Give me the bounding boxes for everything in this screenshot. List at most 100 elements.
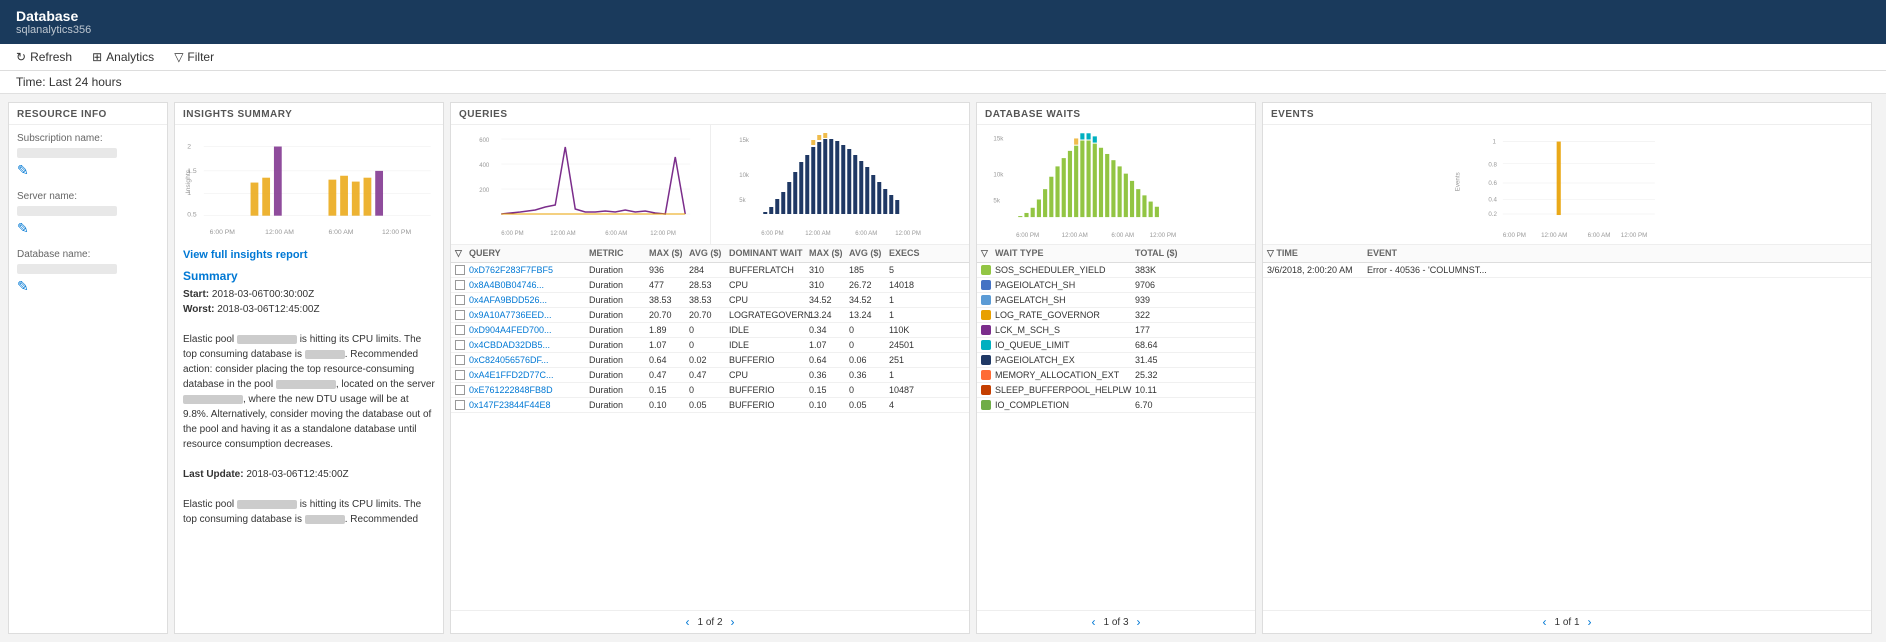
- query-checkbox[interactable]: [455, 265, 465, 275]
- query-wait-avg: 0.06: [849, 355, 889, 365]
- query-row[interactable]: 0x147F23844F44E8 Duration 0.10 0.05 BUFF…: [451, 398, 969, 413]
- svg-text:600: 600: [479, 138, 490, 144]
- query-wait-max: 13.24: [809, 310, 849, 320]
- query-row[interactable]: 0x4AFA9BDD526... Duration 38.53 38.53 CP…: [451, 293, 969, 308]
- resource-info-panel: RESOURCE INFO Subscription name: ✎ Serve…: [8, 102, 168, 634]
- events-panel: EVENTS Events 1 0.8 0.6 0.4 0.2 6:00 PM …: [1262, 102, 1872, 634]
- time-bar: Time: Last 24 hours: [0, 71, 1886, 94]
- database-field: Database name: ✎: [9, 241, 167, 299]
- query-metric: Duration: [589, 310, 649, 320]
- svg-text:6:00 PM: 6:00 PM: [761, 231, 783, 237]
- server-edit-icon[interactable]: ✎: [17, 220, 29, 236]
- query-waits-chart: Query Waits (s) 15k 10k 5k: [711, 125, 970, 244]
- waits-next-btn[interactable]: ›: [1137, 615, 1141, 629]
- wait-row[interactable]: SOS_SCHEDULER_YIELD 383K: [977, 263, 1255, 278]
- wait-row[interactable]: PAGEIOLATCH_EX 31.45: [977, 353, 1255, 368]
- query-row[interactable]: 0xC824056576DF... Duration 0.64 0.02 BUF…: [451, 353, 969, 368]
- query-checkbox[interactable]: [455, 340, 465, 350]
- query-id: 0xD762F283F7FBF5: [469, 265, 589, 275]
- wait-row[interactable]: PAGELATCH_SH 939: [977, 293, 1255, 308]
- query-col-header: QUERY: [469, 248, 589, 259]
- query-wait-avg: 0: [849, 385, 889, 395]
- event-row[interactable]: 3/6/2018, 2:00:20 AM Error - 40536 - 'CO…: [1263, 263, 1871, 278]
- wait-row[interactable]: IO_QUEUE_LIMIT 68.64: [977, 338, 1255, 353]
- query-checkbox[interactable]: [455, 280, 465, 290]
- svg-text:6:00 AM: 6:00 AM: [855, 231, 877, 237]
- waits-prev-btn[interactable]: ‹: [1091, 615, 1095, 629]
- query-row[interactable]: 0xD904A4FED700... Duration 1.89 0 IDLE 0…: [451, 323, 969, 338]
- event-description: Error - 40536 - 'COLUMNST...: [1367, 265, 1867, 275]
- wait-row[interactable]: LCK_M_SCH_S 177: [977, 323, 1255, 338]
- svg-text:0.4: 0.4: [1488, 197, 1497, 204]
- wait-max-col-header: MAX ($): [809, 248, 849, 259]
- svg-text:6:00 PM: 6:00 PM: [1016, 232, 1039, 239]
- query-row[interactable]: 0x4CBDAD32DB5... Duration 1.07 0 IDLE 1.…: [451, 338, 969, 353]
- svg-text:10k: 10k: [739, 173, 750, 179]
- query-id: 0xA4E1FFD2D77C...: [469, 370, 589, 380]
- query-row[interactable]: 0x8A4B0B04746... Duration 477 28.53 CPU …: [451, 278, 969, 293]
- svg-text:12:00 PM: 12:00 PM: [1150, 232, 1176, 239]
- wait-avg-col-header: AVG ($): [849, 248, 889, 259]
- svg-text:0.8: 0.8: [1488, 161, 1497, 168]
- query-wait-avg: 34.52: [849, 295, 889, 305]
- query-metric: Duration: [589, 340, 649, 350]
- view-full-insights-link[interactable]: View full insights report: [175, 245, 443, 265]
- db-waits-chart: Db Waits (s) 15k 10k 5k: [977, 125, 1255, 245]
- query-checkbox[interactable]: [455, 310, 465, 320]
- queries-prev-btn[interactable]: ‹: [685, 615, 689, 629]
- query-checkbox[interactable]: [455, 355, 465, 365]
- waits-pagination: ‹ 1 of 3 ›: [977, 610, 1255, 633]
- svg-text:0.6: 0.6: [1488, 180, 1497, 187]
- svg-text:12:00 PM: 12:00 PM: [382, 229, 411, 236]
- query-duration-svg: Query dur. (s) 600 400 200 6:00 PM 12:00…: [453, 127, 708, 242]
- metric-col-header: METRIC: [589, 248, 649, 259]
- refresh-button[interactable]: ↻ Refresh: [16, 50, 72, 64]
- analytics-button[interactable]: ⊞ Analytics: [92, 50, 154, 64]
- query-metric: Duration: [589, 385, 649, 395]
- query-wait-avg: 26.72: [849, 280, 889, 290]
- wait-row[interactable]: IO_COMPLETION 6.70: [977, 398, 1255, 413]
- svg-text:6:00 PM: 6:00 PM: [1503, 232, 1526, 239]
- query-row[interactable]: 0x9A10A7736EED... Duration 20.70 20.70 L…: [451, 308, 969, 323]
- events-prev-btn[interactable]: ‹: [1542, 615, 1546, 629]
- query-dominant-wait: BUFFERLATCH: [729, 265, 809, 275]
- query-wait-max: 0.64: [809, 355, 849, 365]
- waits-table-header: ▽ WAIT TYPE TOTAL ($): [977, 245, 1255, 263]
- query-row[interactable]: 0xA4E1FFD2D77C... Duration 0.47 0.47 CPU…: [451, 368, 969, 383]
- events-next-btn[interactable]: ›: [1588, 615, 1592, 629]
- query-row[interactable]: 0xD762F283F7FBF5 Duration 936 284 BUFFER…: [451, 263, 969, 278]
- wait-row[interactable]: LOG_RATE_GOVERNOR 322: [977, 308, 1255, 323]
- query-wait-avg: 13.24: [849, 310, 889, 320]
- wait-type: LOG_RATE_GOVERNOR: [995, 310, 1135, 320]
- queries-next-btn[interactable]: ›: [731, 615, 735, 629]
- wait-row[interactable]: MEMORY_ALLOCATION_EXT 25.32: [977, 368, 1255, 383]
- svg-text:15k: 15k: [993, 136, 1004, 143]
- subscription-edit-icon[interactable]: ✎: [17, 162, 29, 178]
- query-checkbox[interactable]: [455, 370, 465, 380]
- wait-icon: [981, 400, 991, 410]
- queries-title: QUERIES: [451, 103, 969, 125]
- svg-text:12:00 PM: 12:00 PM: [650, 231, 676, 237]
- filter-button[interactable]: ▽ Filter: [174, 50, 214, 64]
- query-id: 0xC824056576DF...: [469, 355, 589, 365]
- wait-type: PAGELATCH_SH: [995, 295, 1135, 305]
- wait-row[interactable]: SLEEP_BUFFERPOOL_HELPLW 10.11: [977, 383, 1255, 398]
- refresh-icon: ↻: [16, 50, 26, 64]
- query-checkbox[interactable]: [455, 385, 465, 395]
- db-waits-title: DATABASE WAITS: [977, 103, 1255, 125]
- query-checkbox[interactable]: [455, 295, 465, 305]
- subscription-field: Subscription name: ✎: [9, 125, 167, 183]
- query-row[interactable]: 0xE761222848FB8D Duration 0.15 0 BUFFERI…: [451, 383, 969, 398]
- query-metric: Duration: [589, 295, 649, 305]
- db-waits-svg: Db Waits (s) 15k 10k 5k: [977, 125, 1255, 244]
- query-max: 936: [649, 265, 689, 275]
- wait-icon: [981, 310, 991, 320]
- query-checkbox[interactable]: [455, 325, 465, 335]
- main-content: RESOURCE INFO Subscription name: ✎ Serve…: [0, 94, 1886, 642]
- wait-row[interactable]: PAGEIOLATCH_SH 9706: [977, 278, 1255, 293]
- query-avg: 0: [689, 325, 729, 335]
- wait-total: 177: [1135, 325, 1195, 335]
- database-edit-icon[interactable]: ✎: [17, 278, 29, 294]
- query-avg: 38.53: [689, 295, 729, 305]
- query-checkbox[interactable]: [455, 400, 465, 410]
